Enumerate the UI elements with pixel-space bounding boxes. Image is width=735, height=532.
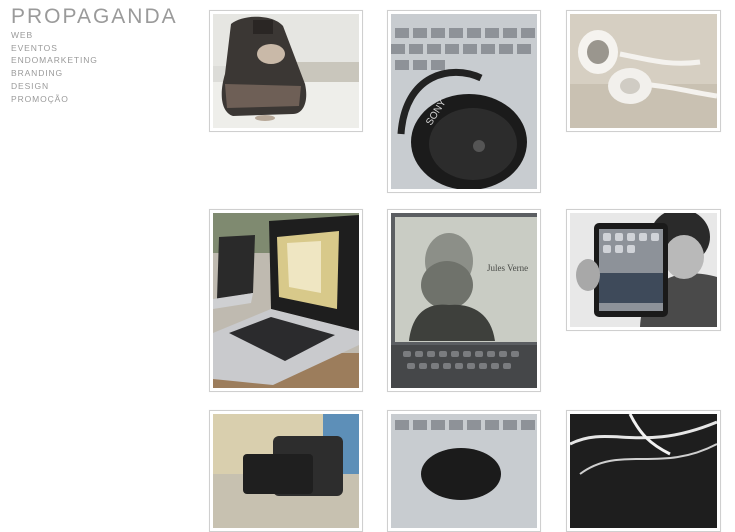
gallery-thumb-ebook[interactable]: Jules Verne: [387, 209, 541, 392]
gallery-thumb-headphones[interactable]: SONY: [387, 10, 541, 193]
sony-headphones-photo: SONY: [391, 14, 537, 189]
gallery-thumb-tablet[interactable]: [566, 209, 721, 331]
gallery-thumb-earphones[interactable]: [566, 10, 721, 132]
menu-item-promocao[interactable]: PROMOÇÃO: [11, 93, 98, 106]
gallery-thumb-laptops[interactable]: [209, 209, 363, 392]
woman-sitting-photo: [213, 14, 359, 128]
ebook-author-text: Jules Verne: [487, 263, 528, 273]
earphones-photo: [570, 14, 717, 128]
ebook-reader-photo: Jules Verne: [391, 213, 537, 388]
cables-photo: [570, 414, 717, 528]
menu-item-branding[interactable]: BRANDING: [11, 67, 98, 80]
gallery-thumb-keyboard[interactable]: [387, 410, 541, 532]
keyboard-headphones-photo: [391, 414, 537, 528]
menu-item-design[interactable]: DESIGN: [11, 80, 98, 93]
main-menu: WEB EVENTOS ENDOMARKETING BRANDING DESIG…: [11, 29, 98, 105]
menu-item-web[interactable]: WEB: [11, 29, 98, 42]
gallery-thumb-woman[interactable]: [209, 10, 363, 132]
banknotes-phone-photo: [213, 414, 359, 528]
tablet-photo: [570, 213, 717, 327]
laptops-photo: [213, 213, 359, 388]
site-title[interactable]: PROPAGANDA: [11, 6, 178, 28]
menu-item-endomarketing[interactable]: ENDOMARKETING: [11, 54, 98, 67]
gallery-thumb-banknotes[interactable]: [209, 410, 363, 532]
gallery-thumb-cables[interactable]: [566, 410, 721, 532]
menu-item-eventos[interactable]: EVENTOS: [11, 42, 98, 55]
